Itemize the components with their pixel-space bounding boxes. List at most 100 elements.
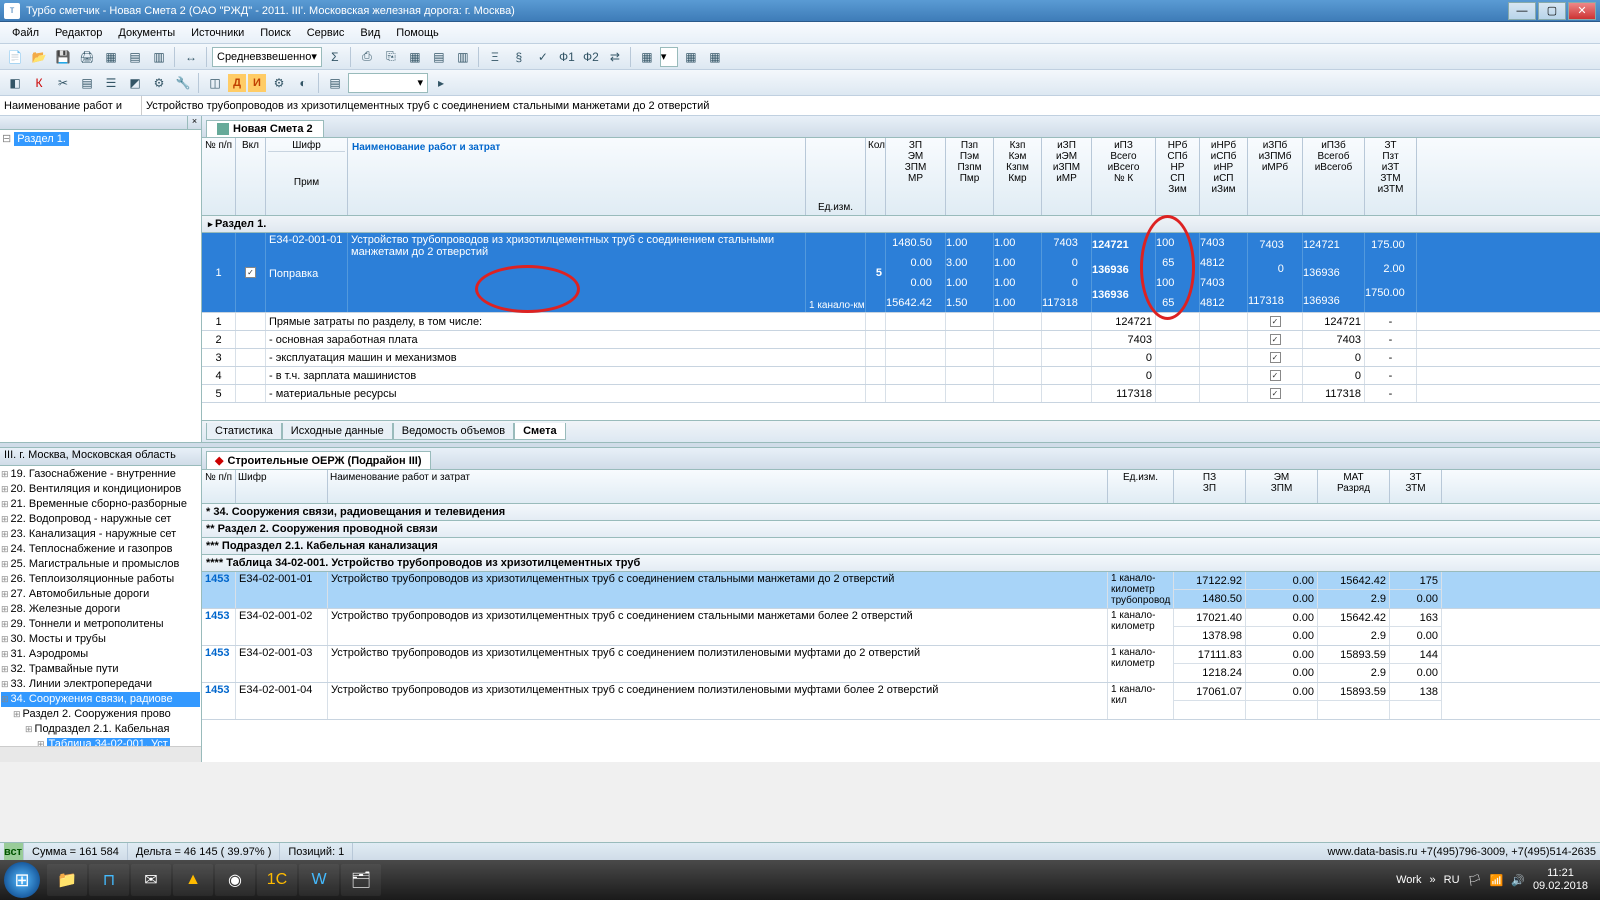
catalog-item-row[interactable]: 1453 Е34-02-001-01 Устройство трубопрово…	[202, 572, 1600, 609]
tool-icon[interactable]: ◫	[204, 72, 226, 94]
catalog-body[interactable]: 34. Сооружения связи, радиовещания и тел…	[202, 504, 1600, 762]
tray-volume-icon[interactable]: 🔊	[1511, 874, 1525, 887]
tool-icon[interactable]: Ф1	[556, 46, 578, 68]
chrome-icon[interactable]: ◉	[215, 864, 255, 896]
pane-close-icon[interactable]: ×	[187, 116, 201, 130]
catalog-tree-item[interactable]: ⊞29. Тоннели и метрополитены	[1, 617, 200, 632]
catalog-tree-item[interactable]: ⊞34. Сооружения связи, радиове	[1, 692, 200, 707]
section-row[interactable]: Раздел 1.	[202, 216, 1600, 233]
tool-icon[interactable]: ▥	[148, 46, 170, 68]
tool-icon[interactable]: ✓	[532, 46, 554, 68]
catalog-tree-item[interactable]: ⊞32. Трамвайные пути	[1, 662, 200, 677]
summary-row[interactable]: 2 - основная заработная плата 7403 ✓ 740…	[202, 331, 1600, 349]
menu-item[interactable]: Источники	[183, 25, 252, 41]
tool-icon[interactable]: 🔧	[172, 72, 194, 94]
save-icon[interactable]: 💾	[52, 46, 74, 68]
summary-row[interactable]: 4 - в т.ч. зарплата машинистов 0 ✓ 0 -	[202, 367, 1600, 385]
open-icon[interactable]: 📂	[28, 46, 50, 68]
close-button[interactable]: ✕	[1568, 2, 1596, 20]
i-letter-icon[interactable]: И	[248, 74, 266, 92]
field-value[interactable]: Устройство трубопроводов из хризотилцеме…	[142, 96, 1600, 116]
word-icon[interactable]: W	[299, 864, 339, 896]
bottom-tab[interactable]: Исходные данные	[282, 423, 393, 440]
tool-icon[interactable]: К	[28, 72, 50, 94]
tool-icon[interactable]: §	[508, 46, 530, 68]
tool-icon[interactable]: ▦	[680, 46, 702, 68]
tool-icon[interactable]: ⎘	[380, 46, 402, 68]
tool-icon[interactable]: ▤	[428, 46, 450, 68]
grid-body[interactable]: Раздел 1. 1 ✓ Е34-02-001-01 Поправка Уст…	[202, 216, 1600, 417]
small-combo[interactable]: ▾	[660, 47, 678, 67]
tool-icon[interactable]: ☰	[100, 72, 122, 94]
tool-icon[interactable]: ◐	[292, 72, 314, 94]
tray-lang[interactable]: RU	[1444, 874, 1460, 886]
catalog-tree-item[interactable]: ⊞25. Магистральные и промыслов	[1, 557, 200, 572]
gear-icon[interactable]: ⚙	[268, 72, 290, 94]
catalog-tree-item[interactable]: ⊞20. Вентиляция и кондициониров	[1, 482, 200, 497]
tool-icon[interactable]: ▦	[100, 46, 122, 68]
catalog-tree[interactable]: ⊞19. Газоснабжение - внутренние⊞20. Вент…	[0, 466, 201, 746]
menu-item[interactable]: Сервис	[299, 25, 353, 41]
catalog-tree-item[interactable]: ⊞30. Мосты и трубы	[1, 632, 200, 647]
tray-flag-icon[interactable]: 🏳	[1468, 874, 1482, 887]
catalog-tree-item[interactable]: ⊞Таблица 34-02-001. Уст	[1, 737, 200, 746]
weight-combo[interactable]: Средневзвешенно▾	[212, 47, 322, 67]
tool-icon[interactable]: ◧	[4, 72, 26, 94]
tool-icon[interactable]: ▦	[636, 46, 658, 68]
tray-chevron-icon[interactable]: »	[1430, 874, 1436, 886]
catalog-item-row[interactable]: 1453 Е34-02-001-02 Устройство трубопрово…	[202, 609, 1600, 646]
start-orb-icon[interactable]: ⊞	[4, 862, 40, 898]
catalog-tree-item[interactable]: ⊞31. Аэродромы	[1, 647, 200, 662]
tray-network-icon[interactable]: 📶	[1490, 874, 1504, 887]
tray-clock[interactable]: 11:2109.02.2018	[1533, 867, 1588, 893]
menu-item[interactable]: Документы	[110, 25, 183, 41]
catalog-tree-item[interactable]: ⊞33. Линии электропередачи	[1, 677, 200, 692]
horizontal-scrollbar[interactable]	[0, 746, 201, 762]
category-row[interactable]: Таблица 34-02-001. Устройство трубопрово…	[202, 555, 1600, 572]
tool-icon[interactable]: ▸	[430, 72, 452, 94]
category-row[interactable]: 34. Сооружения связи, радиовещания и тел…	[202, 504, 1600, 521]
tool-icon[interactable]: ▤	[324, 72, 346, 94]
tool-icon[interactable]: Ф2	[580, 46, 602, 68]
tool-icon[interactable]: ▦	[704, 46, 726, 68]
summary-row[interactable]: 3 - эксплуатация машин и механизмов 0 ✓ …	[202, 349, 1600, 367]
maximize-button[interactable]: ▢	[1538, 2, 1566, 20]
tool-icon[interactable]: ⚙	[148, 72, 170, 94]
summary-row[interactable]: 5 - материальные ресурсы 117318 ✓ 117318…	[202, 385, 1600, 403]
minimize-button[interactable]: —	[1508, 2, 1536, 20]
tool-icon[interactable]: ⇄	[604, 46, 626, 68]
app-icon[interactable]: ⊓	[89, 864, 129, 896]
menu-item[interactable]: Файл	[4, 25, 47, 41]
tool-icon[interactable]: ⎙	[356, 46, 378, 68]
catalog-item-row[interactable]: 1453 Е34-02-001-03 Устройство трубопрово…	[202, 646, 1600, 683]
bottom-tab-active[interactable]: Смета	[514, 423, 566, 440]
1c-icon[interactable]: 1С	[257, 864, 297, 896]
catalog-item-row[interactable]: 1453 Е34-02-001-04 Устройство трубопрово…	[202, 683, 1600, 720]
new-icon[interactable]: 📄	[4, 46, 26, 68]
expand-icon[interactable]: ↔	[180, 46, 202, 68]
category-row[interactable]: Подраздел 2.1. Кабельная канализация	[202, 538, 1600, 555]
tool-icon[interactable]: ▥	[452, 46, 474, 68]
print-icon[interactable]: 🖨	[76, 46, 98, 68]
catalog-tree-item[interactable]: ⊞19. Газоснабжение - внутренние	[1, 467, 200, 482]
menu-item[interactable]: Поиск	[252, 25, 298, 41]
catalog-tree-item[interactable]: ⊞23. Канализация - наружные сет	[1, 527, 200, 542]
app-icon[interactable]: 🗂	[341, 864, 381, 896]
menu-item[interactable]: Вид	[352, 25, 388, 41]
tool-icon[interactable]: ▤	[76, 72, 98, 94]
catalog-tree-item[interactable]: ⊞22. Водопровод - наружные сет	[1, 512, 200, 527]
bottom-tab[interactable]: Статистика	[206, 423, 282, 440]
menu-item[interactable]: Редактор	[47, 25, 110, 41]
summary-row[interactable]: 1 Прямые затраты по разделу, в том числе…	[202, 313, 1600, 331]
tool-icon[interactable]: ▦	[404, 46, 426, 68]
tool-icon[interactable]: ◩	[124, 72, 146, 94]
catalog-tree-item[interactable]: ⊞27. Автомобильные дороги	[1, 587, 200, 602]
explorer-icon[interactable]: 📁	[47, 864, 87, 896]
catalog-tree-item[interactable]: ⊞28. Железные дороги	[1, 602, 200, 617]
empty-combo[interactable]: ▾	[348, 73, 428, 93]
category-row[interactable]: Раздел 2. Сооружения проводной связи	[202, 521, 1600, 538]
tool-icon[interactable]: ✂	[52, 72, 74, 94]
sigma-icon[interactable]: Σ	[324, 46, 346, 68]
estimate-row-selected[interactable]: 1 ✓ Е34-02-001-01 Поправка Устройство тр…	[202, 233, 1600, 313]
tree-section[interactable]: Раздел 1.	[14, 132, 69, 146]
